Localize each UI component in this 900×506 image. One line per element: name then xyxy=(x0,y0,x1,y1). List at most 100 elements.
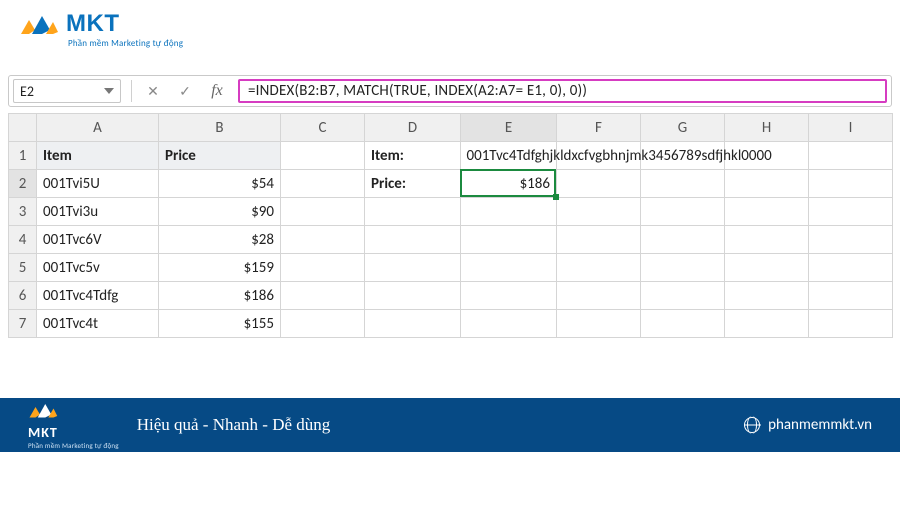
row: 1 Item Price Item: xyxy=(9,142,893,170)
cell[interactable] xyxy=(641,226,725,254)
col-header[interactable]: D xyxy=(365,114,461,142)
cell[interactable] xyxy=(365,254,461,282)
cell[interactable] xyxy=(461,142,557,170)
footer-link[interactable]: phanmemmkt.vn xyxy=(744,416,872,434)
cancel-icon[interactable]: ✕ xyxy=(142,80,164,102)
row-header[interactable]: 6 xyxy=(9,282,37,310)
cell[interactable] xyxy=(557,282,641,310)
cell[interactable]: $186 xyxy=(159,282,281,310)
cell[interactable] xyxy=(557,310,641,338)
cell[interactable] xyxy=(557,226,641,254)
cell[interactable]: Price xyxy=(159,142,281,170)
cell[interactable] xyxy=(461,198,557,226)
cell[interactable] xyxy=(365,198,461,226)
cell[interactable] xyxy=(725,198,809,226)
cell[interactable]: 001Tvc5v xyxy=(37,254,159,282)
cell[interactable] xyxy=(557,198,641,226)
cell[interactable]: 001Tvi5U xyxy=(37,170,159,198)
cell[interactable]: $159 xyxy=(159,254,281,282)
col-header[interactable]: G xyxy=(641,114,725,142)
footer-banner: MKT Phần mềm Marketing tự động Hiệu quả … xyxy=(0,398,900,452)
logo-icon xyxy=(28,406,58,424)
cell[interactable] xyxy=(365,310,461,338)
cell[interactable] xyxy=(281,142,365,170)
col-header[interactable]: C xyxy=(281,114,365,142)
cell[interactable] xyxy=(641,142,725,170)
footer-logo-name: MKT xyxy=(28,424,119,441)
cell[interactable] xyxy=(461,282,557,310)
cell[interactable]: Item xyxy=(37,142,159,170)
cell[interactable]: $54 xyxy=(159,170,281,198)
chevron-down-icon[interactable] xyxy=(104,88,114,94)
globe-icon xyxy=(744,417,760,433)
fill-handle[interactable] xyxy=(553,194,559,200)
cell[interactable] xyxy=(281,226,365,254)
cell[interactable] xyxy=(725,254,809,282)
cell[interactable] xyxy=(461,226,557,254)
cell[interactable] xyxy=(641,170,725,198)
cell[interactable] xyxy=(809,170,893,198)
cell[interactable]: 001Tvi3u xyxy=(37,198,159,226)
fx-icon[interactable]: fx xyxy=(206,80,228,102)
cell[interactable] xyxy=(641,198,725,226)
cell[interactable] xyxy=(557,254,641,282)
cell[interactable] xyxy=(809,226,893,254)
spreadsheet-grid[interactable]: A B C D E F G H I 1 Item Price Item: xyxy=(0,113,900,338)
cell[interactable]: Price: xyxy=(365,170,461,198)
cell[interactable]: 001Tvc6V xyxy=(37,226,159,254)
logo-name: MKT xyxy=(66,10,119,38)
col-header[interactable]: F xyxy=(557,114,641,142)
col-header[interactable]: A xyxy=(37,114,159,142)
row-header[interactable]: 3 xyxy=(9,198,37,226)
cell[interactable] xyxy=(365,226,461,254)
cell[interactable] xyxy=(725,142,809,170)
cell[interactable]: $155 xyxy=(159,310,281,338)
formula-input[interactable]: =INDEX(B2:B7, MATCH(TRUE, INDEX(A2:A7= E… xyxy=(238,79,887,103)
cell[interactable] xyxy=(725,310,809,338)
row: 3 001Tvi3u $90 xyxy=(9,198,893,226)
cell[interactable] xyxy=(557,170,641,198)
row-header[interactable]: 5 xyxy=(9,254,37,282)
name-box[interactable]: E2 xyxy=(13,79,121,103)
cell[interactable] xyxy=(365,282,461,310)
cell[interactable] xyxy=(641,282,725,310)
cell[interactable]: $90 xyxy=(159,198,281,226)
column-header-row: A B C D E F G H I xyxy=(9,114,893,142)
cell[interactable] xyxy=(461,310,557,338)
col-header[interactable]: B xyxy=(159,114,281,142)
cell[interactable]: $28 xyxy=(159,226,281,254)
cell[interactable]: 001Tvc4Tdfg xyxy=(37,282,159,310)
cell[interactable] xyxy=(725,170,809,198)
cell[interactable] xyxy=(809,310,893,338)
cell[interactable]: Item: xyxy=(365,142,461,170)
row-header[interactable]: 2 xyxy=(9,170,37,198)
col-header[interactable]: I xyxy=(809,114,893,142)
cell[interactable] xyxy=(557,142,641,170)
footer-site: phanmemmkt.vn xyxy=(768,416,872,434)
col-header[interactable]: H xyxy=(725,114,809,142)
app-logo: MKT Phần mềm Marketing tự động xyxy=(0,0,900,53)
enter-icon[interactable]: ✓ xyxy=(174,80,196,102)
col-header[interactable]: E xyxy=(461,114,557,142)
cell[interactable] xyxy=(725,226,809,254)
cell[interactable] xyxy=(809,282,893,310)
cell[interactable] xyxy=(281,198,365,226)
cell[interactable] xyxy=(725,282,809,310)
cell[interactable] xyxy=(281,310,365,338)
select-all-cell[interactable] xyxy=(9,114,37,142)
cell[interactable] xyxy=(641,310,725,338)
cell[interactable]: 001Tvc4t xyxy=(37,310,159,338)
cell[interactable] xyxy=(641,254,725,282)
cell[interactable] xyxy=(809,198,893,226)
cell-selected[interactable]: $186 xyxy=(461,170,557,198)
cell[interactable] xyxy=(809,142,893,170)
cell[interactable] xyxy=(281,282,365,310)
row-header[interactable]: 4 xyxy=(9,226,37,254)
footer-logo: MKT Phần mềm Marketing tự động xyxy=(28,401,119,450)
cell[interactable] xyxy=(281,170,365,198)
row-header[interactable]: 1 xyxy=(9,142,37,170)
cell[interactable] xyxy=(809,254,893,282)
row-header[interactable]: 7 xyxy=(9,310,37,338)
cell[interactable] xyxy=(281,254,365,282)
cell[interactable] xyxy=(461,254,557,282)
